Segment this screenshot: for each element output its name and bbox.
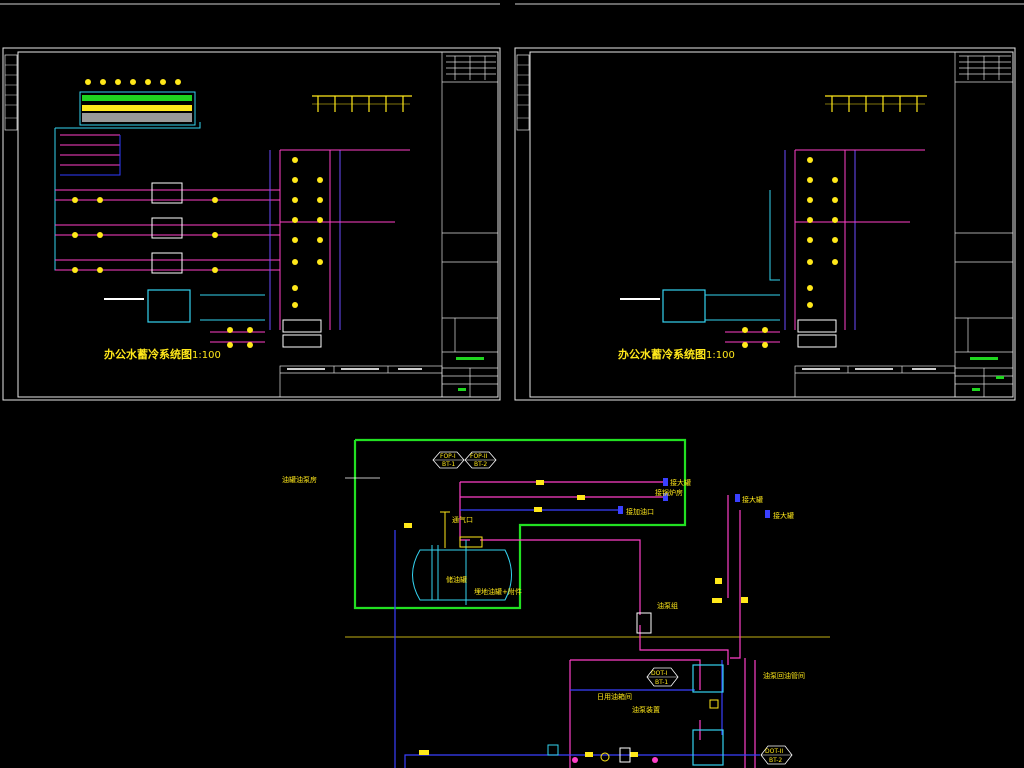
callout-label: 油罐油泵房 [282, 475, 317, 484]
tag-fop-2: FOP-II BT-2 [464, 451, 497, 469]
label-top-1: 接大罐 [742, 495, 763, 504]
label-connect-3: 接加油口 [626, 507, 654, 516]
svg-text:FOP-I: FOP-I [440, 453, 456, 460]
label-pump-group: 油泵组 [657, 601, 678, 610]
svg-text:DOT-II: DOT-II [765, 748, 783, 755]
left-sheet[interactable]: 办公水蓄冷系统图 1:100 [2, 47, 501, 401]
tag-dot-1: DOT-I BT-1 [646, 667, 679, 687]
day-tanks [692, 664, 724, 766]
left-title-block [441, 51, 499, 398]
left-sheet-title: 办公水蓄冷系统图 [104, 347, 192, 361]
cooling-tower-group [79, 79, 196, 126]
svg-text:DOT-I: DOT-I [651, 670, 668, 677]
label-connect-1: 接大罐 [670, 478, 691, 487]
left-pumps [72, 157, 323, 348]
right-title-block [954, 51, 1014, 398]
label-equip: 油泵装置 [632, 705, 660, 714]
right-sheet[interactable]: 办公水蓄冷系统图 1:100 [514, 47, 1016, 401]
svg-text:BT-1: BT-1 [442, 461, 455, 468]
label-right-mid: 油泵回油管间 [763, 671, 805, 680]
label-tank-sub: 埋地油罐+附件 [474, 587, 522, 596]
bottom-diagram[interactable]: 油罐油泵房 FOP-I BT-1 FOP-II BT-2 接大罐 接锅炉房 接加… [282, 438, 830, 768]
storage-tank [147, 289, 191, 323]
cad-drawing-canvas: 办公水蓄冷系统图 1:100 办公水蓄冷系统图 1:100 油罐油泵房 FOP-… [0, 3, 1024, 768]
label-vent: 通气口 [452, 515, 473, 524]
bottom-fittings [547, 744, 658, 763]
blue-pipes [394, 509, 760, 768]
label-connect-2: 接锅炉房 [655, 488, 683, 497]
svg-text:BT-2: BT-2 [769, 757, 782, 764]
right-pumps [742, 157, 838, 348]
right-sheet-scale: 1:100 [706, 350, 735, 361]
left-piping [54, 122, 410, 343]
label-tank: 储油罐 [446, 575, 467, 584]
right-piping [705, 149, 925, 343]
svg-text:BT-2: BT-2 [474, 461, 487, 468]
label-top-2: 接大罐 [773, 511, 794, 520]
svg-text:BT-1: BT-1 [655, 679, 668, 686]
svg-text:FOP-II: FOP-II [470, 453, 488, 460]
tag-fop-1: FOP-I BT-1 [432, 451, 465, 469]
right-sheet-title: 办公水蓄冷系统图 [618, 347, 706, 361]
tag-dot-2: DOT-II BT-2 [760, 745, 793, 765]
label-mid: 日用油箱间 [597, 692, 632, 701]
left-sheet-scale: 1:100 [192, 350, 221, 361]
